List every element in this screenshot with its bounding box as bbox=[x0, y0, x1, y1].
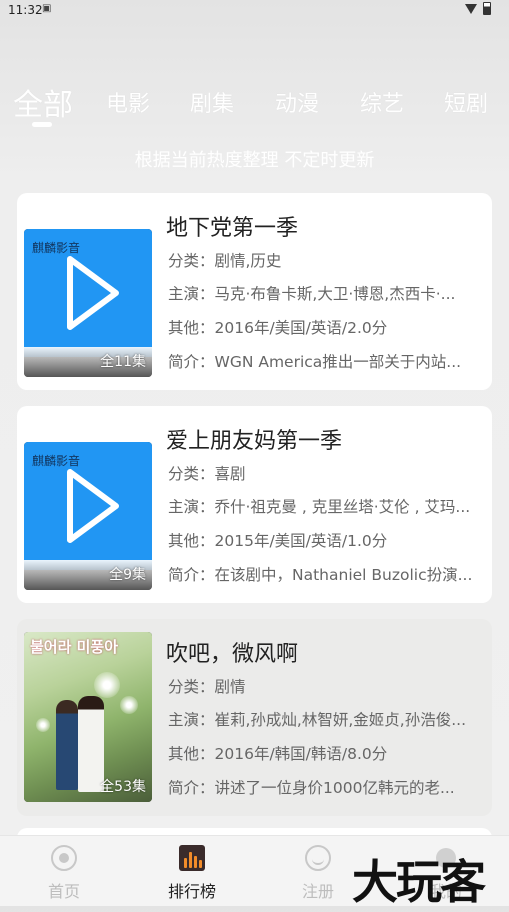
status-bar: 11:32 ▣ bbox=[0, 0, 509, 22]
episode-count: 全11集 bbox=[100, 354, 146, 370]
tab-series[interactable]: 剧集 bbox=[190, 86, 234, 118]
poster-title: 불어라 미풍아 bbox=[30, 638, 119, 656]
watermark-logo: 大玩客 bbox=[352, 855, 486, 909]
show-other-info: 其他：2016年/韩国/韩语/8.0分 bbox=[168, 745, 388, 763]
status-icons bbox=[465, 2, 491, 15]
play-icon bbox=[67, 469, 119, 543]
show-other-info: 其他：2015年/美国/英语/1.0分 bbox=[168, 532, 388, 550]
status-time: 11:32 bbox=[8, 3, 43, 17]
list-item[interactable]: 麒麟影音 全11集 地下党第一季 分类：剧情,历史 主演：马克·布鲁卡斯,大卫·… bbox=[17, 193, 492, 390]
tab-anime[interactable]: 动漫 bbox=[275, 86, 319, 118]
category-tabs: 全部 电影 剧集 动漫 综艺 短剧 bbox=[0, 78, 509, 130]
nav-home[interactable]: 首页 bbox=[14, 836, 114, 906]
tab-short-drama[interactable]: 短剧 bbox=[444, 86, 488, 118]
show-title: 吹吧，微风啊 bbox=[166, 642, 299, 667]
active-tab-indicator bbox=[32, 122, 52, 127]
episode-count: 全9集 bbox=[109, 567, 146, 583]
nav-ranking-label: 排行榜 bbox=[167, 882, 216, 901]
show-intro: 简介：在该剧中，Nathaniel Buzolic扮演... bbox=[168, 566, 473, 584]
ranking-subtitle: 根据当前热度整理 不定时更新 bbox=[134, 150, 375, 171]
show-title: 地下党第一季 bbox=[166, 216, 299, 241]
show-category: 分类：喜剧 bbox=[168, 465, 246, 483]
list-item[interactable]: 불어라 미풍아 全53集 吹吧，微风啊 分类：剧情 主演：崔莉,孙成灿,林智妍,… bbox=[17, 619, 492, 816]
show-other-info: 其他：2016年/美国/英语/2.0分 bbox=[168, 319, 388, 337]
show-cast: 主演：崔莉,孙成灿,林智妍,金姬贞,孙浩俊... bbox=[168, 711, 466, 729]
tab-all[interactable]: 全部 bbox=[13, 80, 73, 124]
list-item[interactable]: 麒麟影音 全9集 爱上朋友妈第一季 分类：喜剧 主演：乔什·祖克曼 , 克里丝塔… bbox=[17, 406, 492, 603]
show-intro: 简介：WGN America推出一部关于内站... bbox=[168, 353, 462, 371]
poster: 麒麟影音 全11集 bbox=[24, 229, 152, 377]
battery-icon bbox=[483, 2, 491, 15]
notification-icon: ▣ bbox=[42, 3, 52, 14]
register-icon bbox=[305, 845, 331, 871]
wifi-icon bbox=[465, 3, 477, 14]
show-title: 爱上朋友妈第一季 bbox=[166, 429, 343, 454]
show-category: 分类：剧情,历史 bbox=[168, 252, 282, 270]
poster: 불어라 미풍아 全53集 bbox=[24, 632, 152, 802]
play-icon bbox=[67, 256, 119, 330]
tab-movies[interactable]: 电影 bbox=[106, 86, 150, 118]
home-icon bbox=[51, 845, 77, 871]
episode-count: 全53集 bbox=[100, 779, 146, 795]
poster: 麒麟影音 全9集 bbox=[24, 442, 152, 590]
show-cast: 主演：乔什·祖克曼 , 克里丝塔·艾伦 , 艾玛... bbox=[168, 498, 471, 516]
show-category: 分类：剧情 bbox=[168, 678, 246, 696]
tab-variety[interactable]: 综艺 bbox=[360, 86, 404, 118]
ranking-icon bbox=[179, 845, 205, 871]
show-intro: 简介：讲述了一位身价1000亿韩元的老... bbox=[168, 779, 455, 797]
nav-home-label: 首页 bbox=[47, 882, 80, 901]
show-cast: 主演：马克·布鲁卡斯,大卫·博恩,杰西卡·... bbox=[168, 285, 456, 303]
nav-ranking[interactable]: 排行榜 bbox=[142, 836, 242, 906]
